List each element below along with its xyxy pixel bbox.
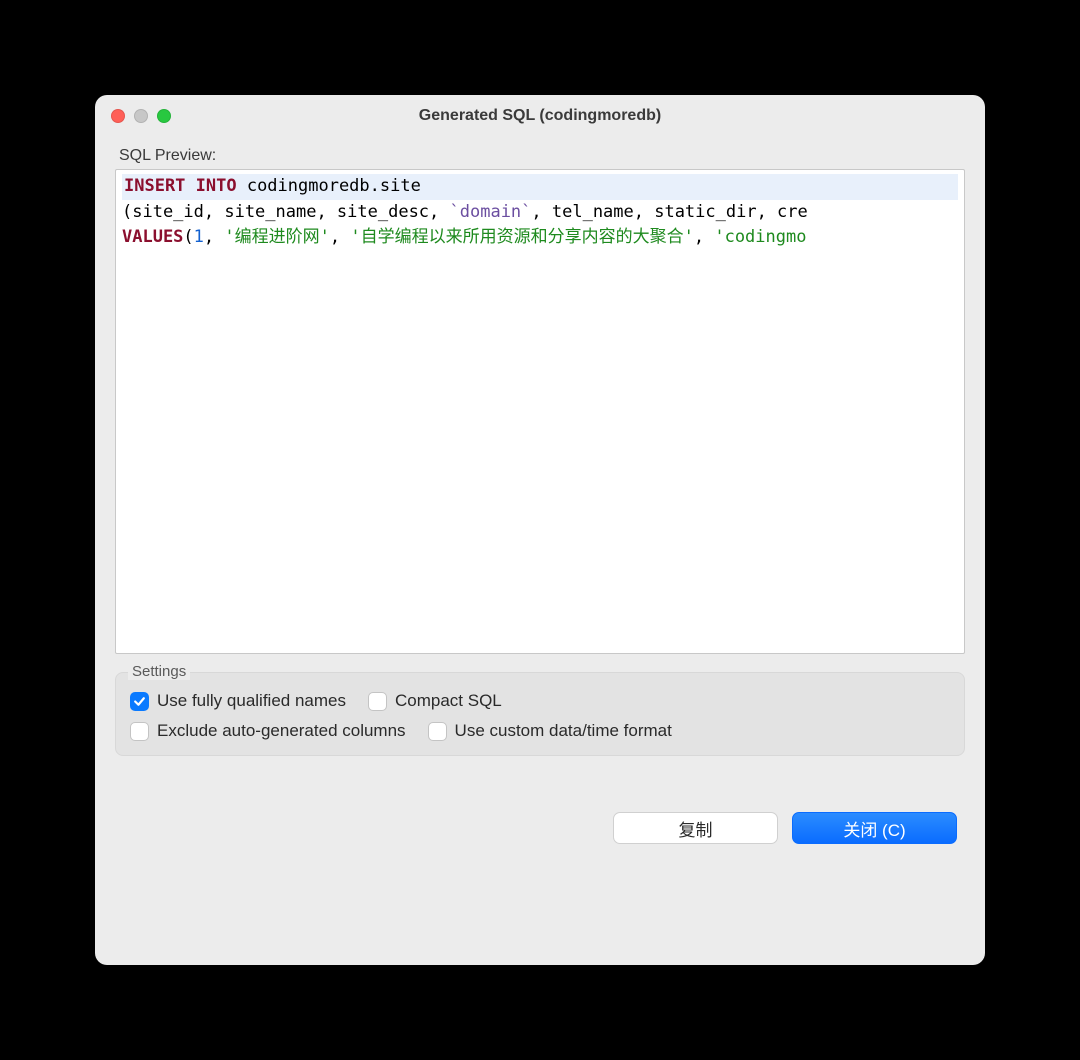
checkbox-icon: [130, 692, 149, 711]
minimize-window-icon[interactable]: [134, 109, 148, 123]
settings-legend: Settings: [128, 663, 190, 680]
sql-columns: (site_id, site_name, site_desc,: [122, 202, 450, 222]
sql-columns: , tel_name, static_dir, cre: [531, 202, 807, 222]
settings-group: Settings Use fully qualified names Compa…: [115, 672, 965, 756]
sql-preview-area[interactable]: INSERT INTO codingmoredb.site (site_id, …: [115, 169, 965, 654]
close-button[interactable]: 关闭 (C): [792, 812, 957, 844]
sql-keyword: INSERT INTO: [124, 176, 237, 196]
checkbox-label: Exclude auto-generated columns: [157, 721, 406, 741]
window-controls: [111, 109, 171, 123]
titlebar: Generated SQL (codingmoredb): [95, 95, 985, 137]
sql-backtick-col: `domain`: [450, 202, 532, 222]
checkbox-label: Use custom data/time format: [455, 721, 672, 741]
close-window-icon[interactable]: [111, 109, 125, 123]
checkbox-qualified-names[interactable]: Use fully qualified names: [130, 691, 346, 711]
sql-number: 1: [194, 227, 204, 247]
checkbox-icon: [130, 722, 149, 741]
checkbox-exclude-autogen[interactable]: Exclude auto-generated columns: [130, 721, 406, 741]
dialog-content: SQL Preview: INSERT INTO codingmoredb.si…: [95, 137, 985, 965]
maximize-window-icon[interactable]: [157, 109, 171, 123]
sql-string: '编程进阶网': [224, 227, 329, 247]
sql-string: '自学编程以来所用资源和分享内容的大聚合': [350, 227, 693, 247]
sql-line: VALUES(1, '编程进阶网', '自学编程以来所用资源和分享内容的大聚合'…: [122, 225, 958, 251]
window-title: Generated SQL (codingmoredb): [111, 107, 969, 125]
checkbox-label: Compact SQL: [395, 691, 502, 711]
checkbox-compact-sql[interactable]: Compact SQL: [368, 691, 502, 711]
checkbox-label: Use fully qualified names: [157, 691, 346, 711]
button-label: 复制: [679, 816, 713, 841]
sql-paren: (: [183, 227, 193, 247]
sql-keyword: VALUES: [122, 227, 183, 247]
dialog-window: Generated SQL (codingmoredb) SQL Preview…: [95, 95, 985, 965]
sql-line: INSERT INTO codingmoredb.site: [122, 174, 958, 200]
checkbox-icon: [428, 722, 447, 741]
sql-string: 'codingmo: [714, 227, 806, 247]
checkbox-custom-datetime[interactable]: Use custom data/time format: [428, 721, 672, 741]
settings-row: Use fully qualified names Compact SQL: [130, 691, 950, 711]
sql-line: (site_id, site_name, site_desc, `domain`…: [122, 200, 958, 226]
button-label: 关闭 (C): [843, 816, 905, 841]
copy-button[interactable]: 复制: [613, 812, 778, 844]
settings-row: Exclude auto-generated columns Use custo…: [130, 721, 950, 741]
sql-preview-label: SQL Preview:: [119, 147, 965, 165]
button-row: 复制 关闭 (C): [115, 812, 965, 844]
checkbox-icon: [368, 692, 387, 711]
sql-table: codingmoredb.site: [237, 176, 421, 196]
